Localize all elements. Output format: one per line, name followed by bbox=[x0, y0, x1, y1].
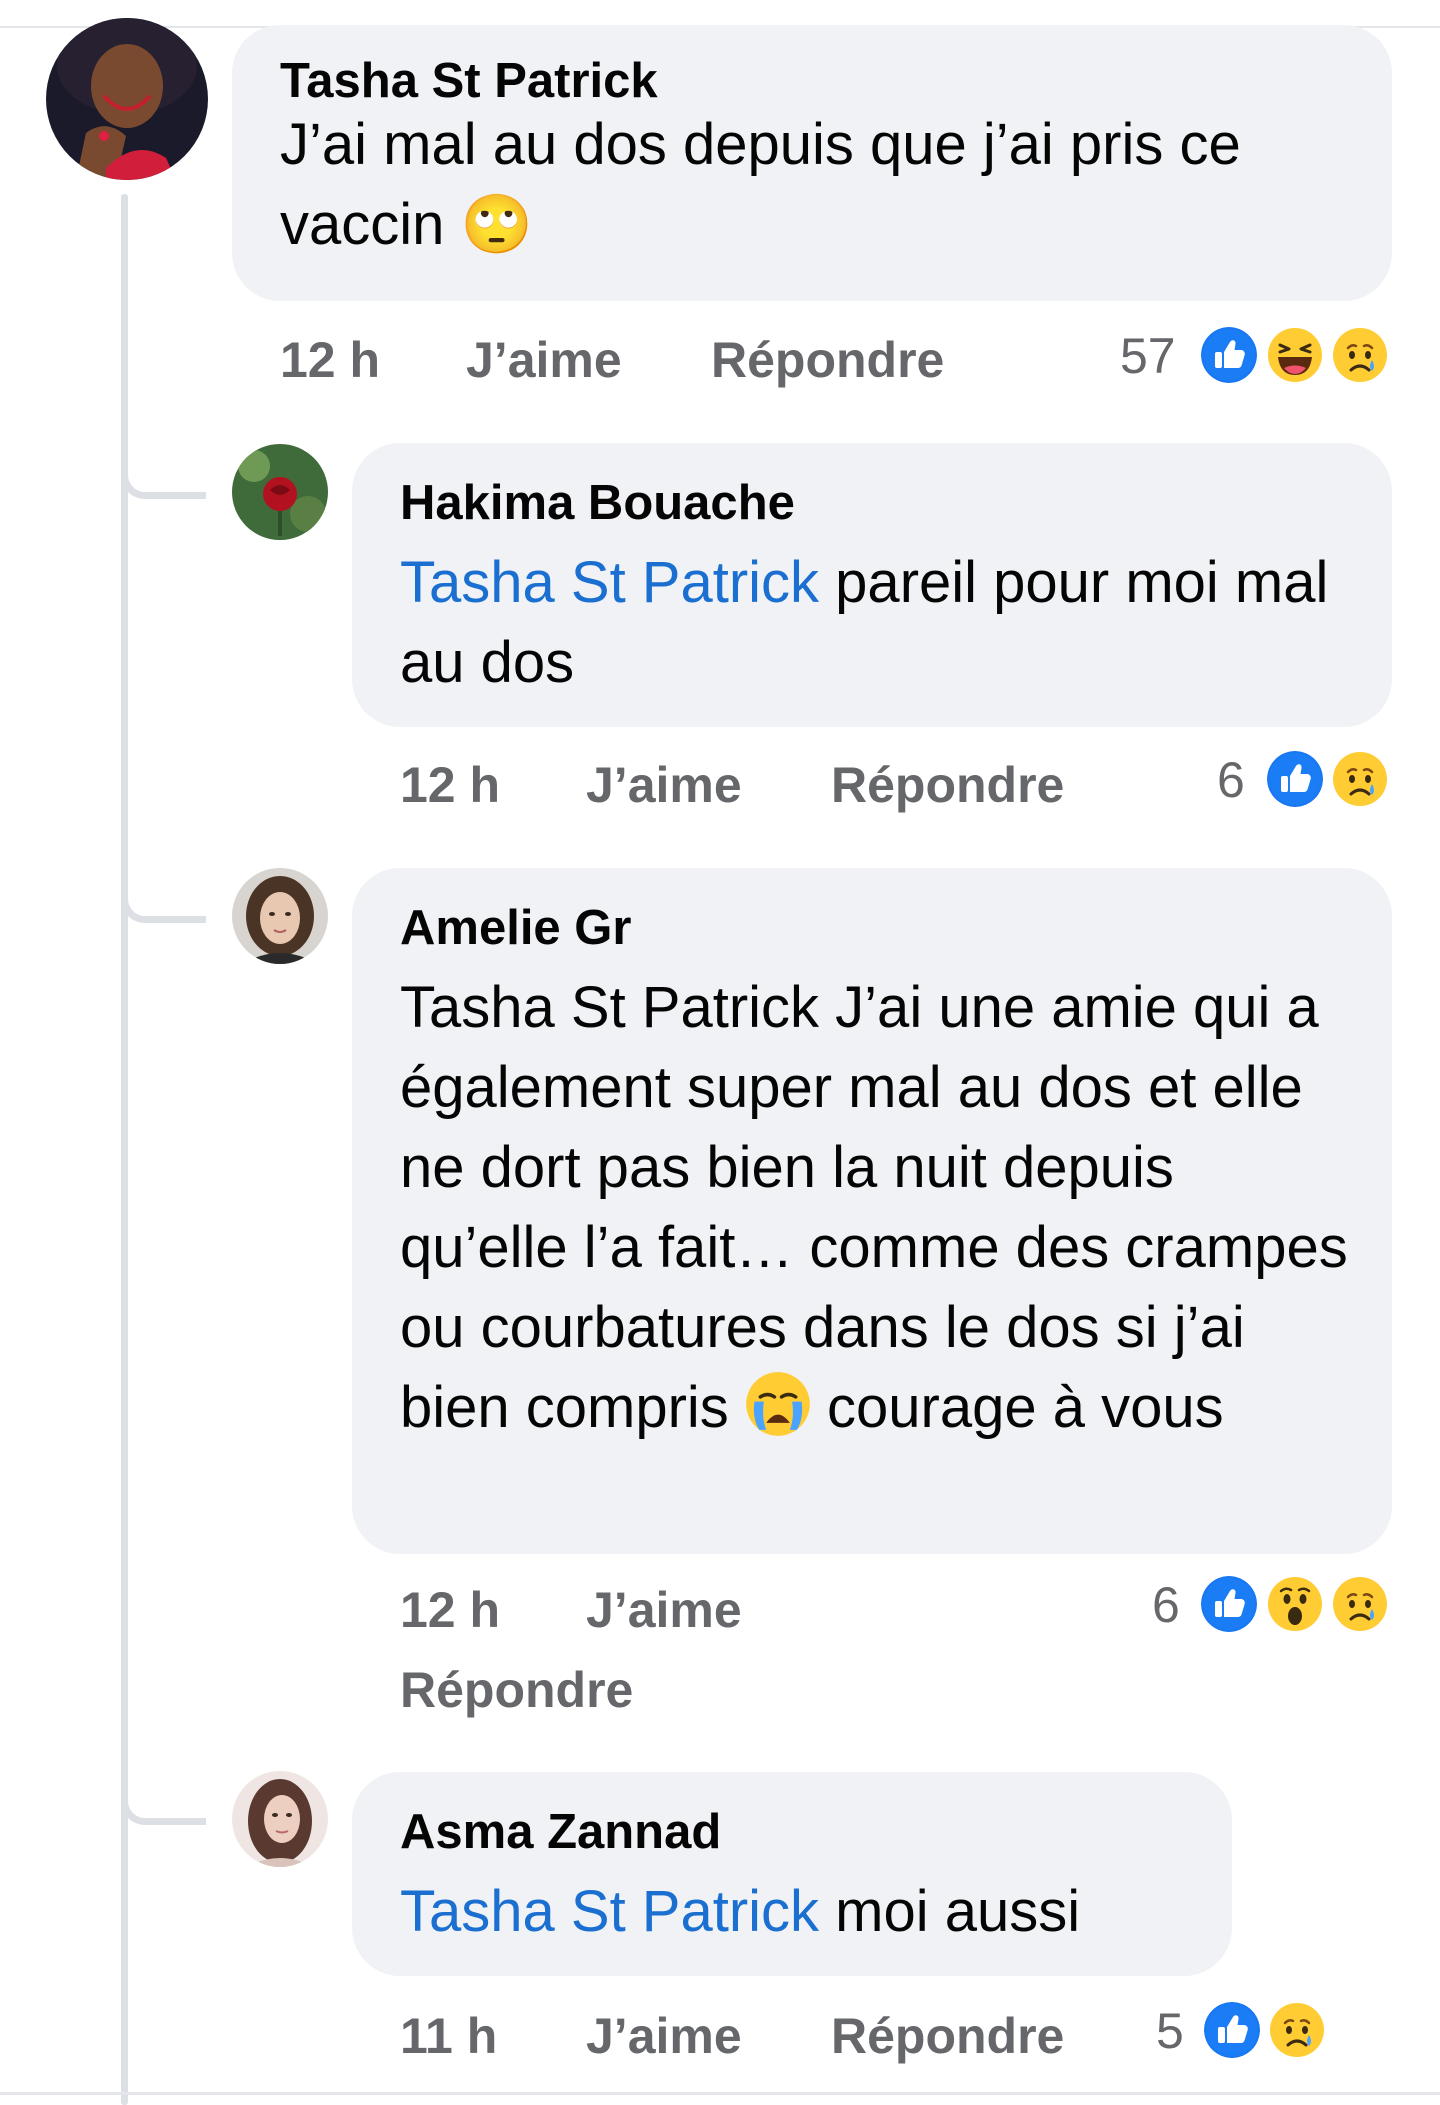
reaction-count[interactable]: 6 bbox=[1152, 1575, 1180, 1635]
mention-link[interactable]: Tasha St Patrick bbox=[400, 1879, 819, 1944]
comment-bubble: Tasha St Patrick J’ai mal au dos depuis … bbox=[232, 25, 1392, 301]
crying-face-emoji bbox=[745, 1371, 811, 1437]
sad-icon bbox=[1328, 1572, 1392, 1636]
reply-button[interactable]: Répondre bbox=[831, 755, 1064, 815]
comment-text-end: courage à vous bbox=[810, 1375, 1224, 1440]
comment-bubble: Amelie Gr Tasha St Patrick J’ai une amie… bbox=[352, 868, 1392, 1554]
avatar[interactable] bbox=[46, 18, 208, 180]
avatar[interactable] bbox=[232, 1771, 328, 1867]
bottom-divider bbox=[0, 2092, 1440, 2095]
reaction-count[interactable]: 57 bbox=[1120, 326, 1176, 386]
thread-connector bbox=[121, 1765, 206, 1825]
like-button[interactable]: J’aime bbox=[586, 1580, 742, 1640]
like-icon bbox=[1197, 323, 1261, 387]
thread-connector bbox=[121, 863, 206, 923]
comment-author[interactable]: Amelie Gr bbox=[400, 898, 631, 958]
mention-link[interactable]: Tasha St Patrick bbox=[400, 550, 819, 615]
like-icon bbox=[1263, 747, 1327, 811]
comment-text: Tasha St Patrick moi aussi bbox=[400, 1872, 1220, 1952]
like-button[interactable]: J’aime bbox=[586, 2006, 742, 2066]
comment-time[interactable]: 12 h bbox=[400, 755, 500, 815]
like-button[interactable]: J’aime bbox=[586, 755, 742, 815]
reply-button[interactable]: Répondre bbox=[400, 1660, 633, 1720]
comment-time[interactable]: 12 h bbox=[280, 330, 380, 390]
reaction-count[interactable]: 5 bbox=[1156, 2001, 1184, 2061]
reply-button[interactable]: Répondre bbox=[831, 2006, 1064, 2066]
reply-button[interactable]: Répondre bbox=[711, 330, 944, 390]
sad-icon bbox=[1265, 1998, 1329, 2062]
comment-author[interactable]: Hakima Bouache bbox=[400, 473, 795, 533]
comment-text: Tasha St Patrick pareil pour moi mal au … bbox=[400, 543, 1360, 703]
comment-author[interactable]: Tasha St Patrick bbox=[280, 51, 658, 111]
sad-icon bbox=[1328, 747, 1392, 811]
comment-bubble: Asma Zannad Tasha St Patrick moi aussi bbox=[352, 1772, 1232, 1976]
like-icon bbox=[1197, 1572, 1261, 1636]
comment-text: Tasha St Patrick J’ai une amie qui a éga… bbox=[400, 968, 1350, 1448]
reaction-count[interactable]: 6 bbox=[1217, 750, 1245, 810]
like-icon bbox=[1200, 1998, 1264, 2062]
comment-bubble: Hakima Bouache Tasha St Patrick pareil p… bbox=[352, 443, 1392, 727]
comment-text-body: moi aussi bbox=[819, 1879, 1081, 1944]
comment-text-body: Tasha St Patrick J’ai une amie qui a éga… bbox=[400, 975, 1348, 1440]
comment-time[interactable]: 12 h bbox=[400, 1580, 500, 1640]
like-button[interactable]: J’aime bbox=[466, 330, 622, 390]
avatar[interactable] bbox=[232, 868, 328, 964]
comment-time[interactable]: 11 h bbox=[400, 2006, 497, 2066]
haha-icon bbox=[1263, 323, 1327, 387]
thread-connector bbox=[121, 439, 206, 499]
sad-icon bbox=[1328, 323, 1392, 387]
comment-author[interactable]: Asma Zannad bbox=[400, 1802, 721, 1862]
comment-text: J’ai mal au dos depuis que j’ai pris ce … bbox=[280, 112, 1241, 257]
avatar[interactable] bbox=[232, 444, 328, 540]
wow-icon bbox=[1263, 1572, 1327, 1636]
